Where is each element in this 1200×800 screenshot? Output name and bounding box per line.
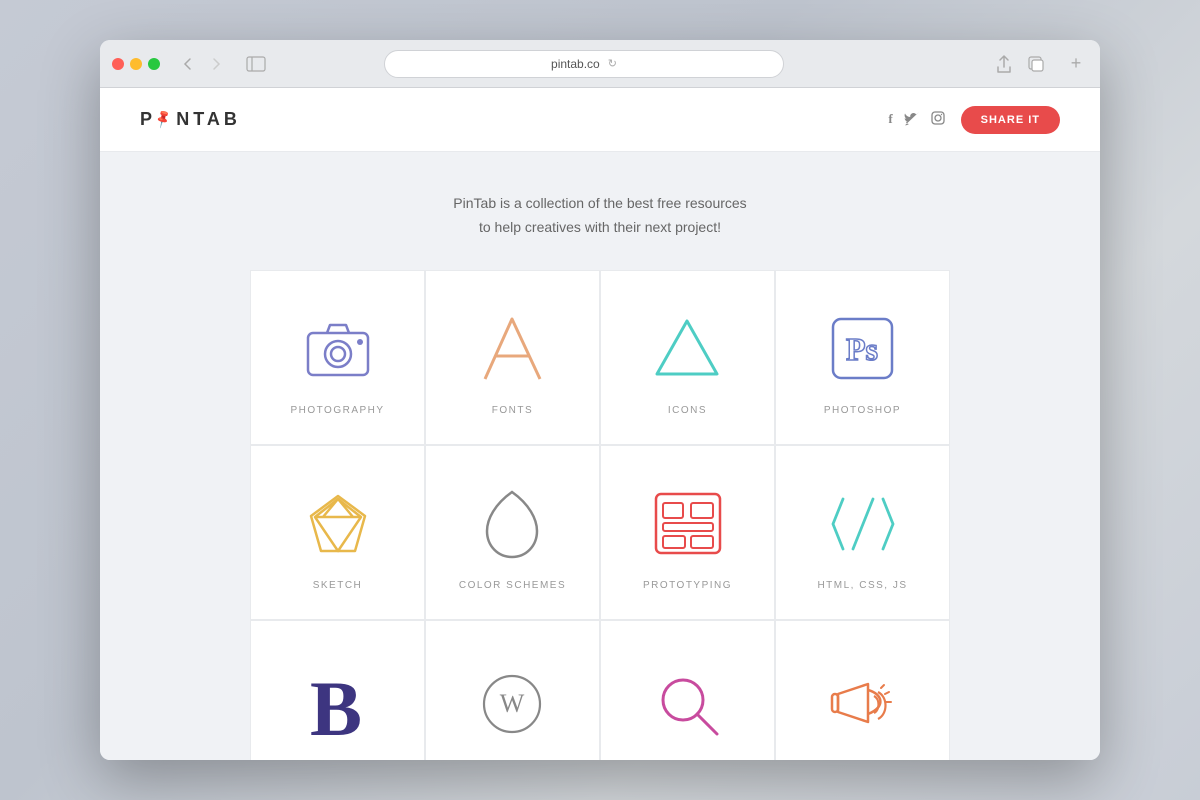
browser-window: pintab.co ↻ + P📌NTAB f [100,40,1100,760]
photography-label: PHOTOGRAPHY [290,405,384,416]
fullscreen-button[interactable] [148,58,160,70]
marketing-icon [823,664,903,744]
category-card-marketing[interactable] [775,620,950,760]
hero-text: PinTab is a collection of the best free … [120,192,1080,240]
photography-icon [298,309,378,389]
site-logo[interactable]: P📌NTAB [140,109,241,130]
share-button[interactable]: SHARE IT [961,106,1060,134]
category-grid: PHOTOGRAPHY FONTS ICO [150,270,1050,760]
category-card-fonts[interactable]: FONTS [425,270,600,445]
category-card-icons[interactable]: ICONS [600,270,775,445]
sidebar-button[interactable] [244,52,268,76]
prototyping-label: PROTOTYPING [643,580,732,591]
icons-label: ICONS [668,405,707,416]
category-card-bold[interactable]: B [250,620,425,760]
header-right: f SHARE IT [888,106,1060,134]
category-card-color-schemes[interactable]: COLOR SCHEMES [425,445,600,620]
sketch-label: SKETCH [313,580,363,591]
forward-button[interactable] [204,52,228,76]
sketch-icon [298,484,378,564]
page-content: P📌NTAB f SHARE IT [100,88,1100,760]
address-bar[interactable]: pintab.co ↻ [384,50,784,78]
reload-icon[interactable]: ↻ [608,57,617,70]
category-card-photography[interactable]: PHOTOGRAPHY [250,270,425,445]
fonts-icon [473,309,553,389]
close-button[interactable] [112,58,124,70]
photoshop-label: PHOTOSHOP [824,405,901,416]
nav-buttons [176,52,228,76]
hero-section: PinTab is a collection of the best free … [100,152,1100,270]
bold-icon: B [298,664,378,744]
category-card-wireframes[interactable]: W [425,620,600,760]
new-tab-button[interactable]: + [1064,52,1088,76]
color-schemes-label: COLOR SCHEMES [459,580,566,591]
category-card-sketch[interactable]: SKETCH [250,445,425,620]
browser-actions [992,52,1048,76]
category-card-seo[interactable] [600,620,775,760]
instagram-icon[interactable] [931,111,945,128]
wireframes-icon: W [473,664,553,744]
html-css-js-icon [823,484,903,564]
twitter-icon[interactable] [905,111,919,128]
icons-icon [648,309,728,389]
fonts-label: FONTS [492,405,533,416]
back-button[interactable] [176,52,200,76]
seo-icon [648,664,728,744]
svg-text:Ps: Ps [846,331,878,367]
category-card-html-css-js[interactable]: HTML, CSS, JS [775,445,950,620]
new-window-icon[interactable] [1024,52,1048,76]
social-icons: f [888,111,944,128]
site-header: P📌NTAB f SHARE IT [100,88,1100,152]
prototyping-icon [648,484,728,564]
facebook-icon[interactable]: f [888,111,892,128]
traffic-lights [112,58,160,70]
svg-text:B: B [310,665,362,752]
category-card-photoshop[interactable]: Ps PHOTOSHOP [775,270,950,445]
svg-text:W: W [500,689,525,718]
minimize-button[interactable] [130,58,142,70]
url-text: pintab.co [551,57,600,71]
category-card-prototyping[interactable]: PROTOTYPING [600,445,775,620]
color-schemes-icon [473,484,553,564]
browser-chrome: pintab.co ↻ + [100,40,1100,88]
photoshop-icon: Ps [823,309,903,389]
share-icon[interactable] [992,52,1016,76]
html-css-js-label: HTML, CSS, JS [817,580,907,591]
